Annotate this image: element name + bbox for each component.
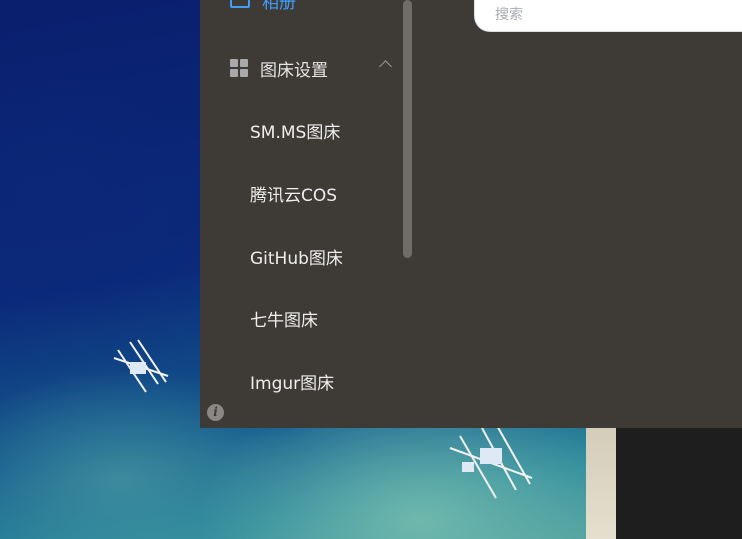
grid-icon [230, 59, 248, 77]
info-icon[interactable]: i [207, 404, 224, 421]
sidebar-item-label: 相册 [262, 0, 296, 13]
boat-image [113, 339, 169, 393]
sidebar-item-album[interactable]: 相册 [230, 0, 296, 20]
sidebar: 相册 图床设置 SM.MS图床 腾讯云COS GitHub图床 七牛图床 Img… [200, 0, 416, 428]
chevron-up-icon [379, 60, 392, 73]
sidebar-scrollbar[interactable] [403, 0, 412, 258]
album-icon [230, 0, 250, 8]
app-window: 相册 图床设置 SM.MS图床 腾讯云COS GitHub图床 七牛图床 Img… [200, 0, 742, 428]
sidebar-group-image-host-settings[interactable]: 图床设置 [230, 48, 400, 88]
search-input[interactable]: 搜索 [474, 0, 742, 32]
sidebar-item-github[interactable]: GitHub图床 [250, 244, 343, 274]
sidebar-item-tencent-cos[interactable]: 腾讯云COS [250, 181, 337, 211]
sidebar-item-smms[interactable]: SM.MS图床 [250, 118, 340, 148]
desktop-dark-area [616, 428, 742, 539]
boat-image [449, 423, 533, 499]
sidebar-item-qiniu[interactable]: 七牛图床 [250, 306, 318, 336]
search-placeholder: 搜索 [495, 7, 523, 23]
sidebar-group-label: 图床设置 [260, 60, 328, 81]
sidebar-item-imgur[interactable]: Imgur图床 [250, 369, 334, 399]
